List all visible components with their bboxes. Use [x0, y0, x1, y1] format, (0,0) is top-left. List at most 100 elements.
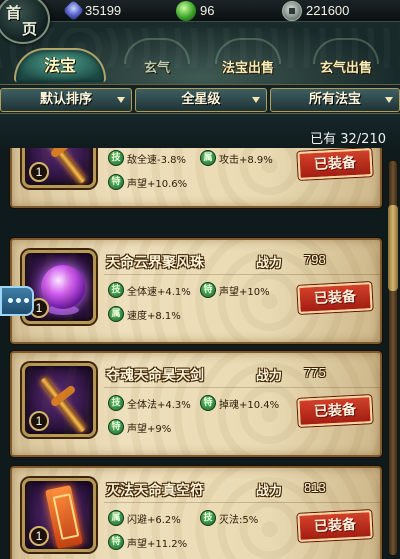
treasure-card[interactable]: 1 天命云界聚风珠 战力 798 技全体速+4.1% 特声望+10% 属速度+8… — [10, 238, 382, 344]
stat-text: 灭法:5% — [219, 514, 259, 526]
owned-count: 32 — [340, 132, 357, 147]
stat-row: 属速度+8.1% — [108, 306, 181, 322]
item-name: 灭法天命真空符 — [106, 483, 204, 499]
equipped-button[interactable]: 已装备 — [297, 282, 373, 314]
swirl-ornament — [124, 38, 190, 64]
stat-row: 属闪避+6.2% — [108, 510, 181, 526]
skill-badge-icon: 技 — [108, 282, 124, 298]
jade-icon — [176, 0, 196, 21]
swirl-ornament — [215, 38, 281, 64]
attribute-badge-icon: 属 — [108, 510, 124, 526]
power-label: 战力 — [256, 369, 283, 384]
stat-text: 声望+10.6% — [127, 178, 188, 190]
owned-label: 已有 — [310, 132, 337, 147]
filter-bar: 默认排序 全星级 所有法宝 — [0, 84, 400, 114]
special-badge-icon: 特 — [200, 282, 216, 298]
stat-row: 特声望+9% — [108, 419, 171, 435]
level-badge: 1 — [29, 411, 49, 431]
sort-dropdown[interactable]: 默认排序 — [0, 88, 132, 112]
stat-text: 全体法+4.3% — [127, 399, 191, 411]
scroll-thumb[interactable] — [388, 205, 398, 291]
coin-count: 221600 — [306, 3, 350, 18]
stat-row: 特掉魂+10.4% — [200, 395, 279, 411]
tab-qi[interactable]: 玄气 — [118, 38, 196, 82]
star-dropdown[interactable]: 全星级 — [135, 88, 267, 112]
stat-row: 特声望+10% — [200, 282, 270, 298]
coin-icon — [282, 0, 302, 21]
equipped-button[interactable]: 已装备 — [297, 148, 373, 180]
special-badge-icon: 特 — [108, 534, 124, 550]
equipped-button[interactable]: 已装备 — [297, 510, 373, 542]
power-value: 798 — [304, 252, 326, 267]
treasure-card[interactable]: 1 战力 818 技敌全速-3.8% 属攻击+8.9% 特声望+10.6% 已装… — [10, 148, 382, 208]
chat-dot — [8, 298, 13, 303]
tab-treasure[interactable]: 法宝 — [14, 48, 106, 82]
item-icon-frame: 1 — [22, 250, 96, 324]
stat-row: 技全体法+4.3% — [108, 395, 191, 411]
home-label-2: 页 — [22, 20, 38, 38]
stat-text: 掉魂+10.4% — [219, 399, 280, 411]
owned-counter: 已有 32/210 — [0, 114, 400, 148]
stat-row: 属攻击+8.9% — [200, 150, 273, 166]
chevron-down-icon — [117, 97, 125, 103]
power-value: 813 — [304, 480, 326, 495]
skill-badge-icon: 技 — [108, 150, 124, 166]
stat-text: 声望+10% — [219, 286, 270, 298]
level-badge: 1 — [29, 526, 49, 546]
jade-count: 96 — [200, 3, 215, 18]
stat-text: 声望+9% — [127, 423, 172, 435]
power-label: 战力 — [256, 256, 283, 271]
divider — [104, 502, 380, 503]
skill-badge-icon: 技 — [200, 510, 216, 526]
stat-text: 闪避+6.2% — [127, 514, 181, 526]
special-badge-icon: 特 — [108, 174, 124, 190]
list-scrollbar[interactable] — [388, 160, 398, 556]
item-name: 夺魂天命昊天剑 — [106, 368, 204, 384]
item-icon-frame: 1 — [22, 363, 96, 437]
divider — [104, 274, 380, 275]
item-icon-frame: 1 — [22, 148, 96, 188]
stat-text: 攻击+8.9% — [219, 154, 273, 166]
tab-sell-qi[interactable]: 玄气出售 — [300, 38, 392, 82]
resource-bar: 35199 96 221600 — [0, 0, 400, 22]
divider — [104, 387, 380, 388]
treasure-card[interactable]: 1 夺魂天命昊天剑 战力 775 技全体法+4.3% 特掉魂+10.4% 特声望… — [10, 351, 382, 457]
item-name: 天命云界聚风珠 — [106, 255, 204, 271]
chat-dot — [24, 298, 29, 303]
sort-dropdown-label: 默认排序 — [39, 92, 92, 107]
equipped-button[interactable]: 已装备 — [297, 395, 373, 427]
stat-row: 特声望+10.6% — [108, 174, 187, 190]
type-dropdown-label: 所有法宝 — [308, 92, 361, 107]
level-badge: 1 — [29, 162, 49, 182]
stat-text: 速度+8.1% — [127, 310, 181, 322]
stat-text: 全体速+4.1% — [127, 286, 191, 298]
chevron-down-icon — [385, 97, 393, 103]
item-icon-frame: 1 — [22, 478, 96, 552]
treasure-card[interactable]: 1 灭法天命真空符 战力 813 属闪避+6.2% 技灭法:5% 特声望+11.… — [10, 466, 382, 559]
owned-total: 210 — [361, 132, 386, 147]
stat-row: 特声望+11.2% — [108, 534, 187, 550]
stat-text: 敌全速-3.8% — [127, 154, 187, 166]
special-badge-icon: 特 — [108, 419, 124, 435]
chevron-down-icon — [252, 97, 260, 103]
attribute-badge-icon: 属 — [200, 150, 216, 166]
power-value: 775 — [304, 365, 326, 380]
owned-text: 已有 32/210 — [310, 132, 386, 147]
resource-crystal: 35199 — [62, 0, 122, 22]
crystal-icon — [62, 0, 85, 22]
chat-dot — [16, 298, 21, 303]
stat-row: 技全体速+4.1% — [108, 282, 191, 298]
attribute-badge-icon: 属 — [108, 306, 124, 322]
skill-badge-icon: 技 — [108, 395, 124, 411]
stat-row: 技灭法:5% — [200, 510, 258, 526]
star-dropdown-label: 全星级 — [181, 92, 221, 107]
chat-button[interactable] — [0, 286, 34, 316]
stat-row: 技敌全速-3.8% — [108, 150, 186, 166]
crystal-count: 35199 — [85, 3, 122, 18]
resource-jade: 96 — [176, 0, 215, 21]
stat-text: 声望+11.2% — [127, 538, 188, 550]
special-badge-icon: 特 — [200, 395, 216, 411]
tab-sell-treasure[interactable]: 法宝出售 — [206, 38, 290, 82]
power-label: 战力 — [256, 484, 283, 499]
type-dropdown[interactable]: 所有法宝 — [270, 88, 400, 112]
